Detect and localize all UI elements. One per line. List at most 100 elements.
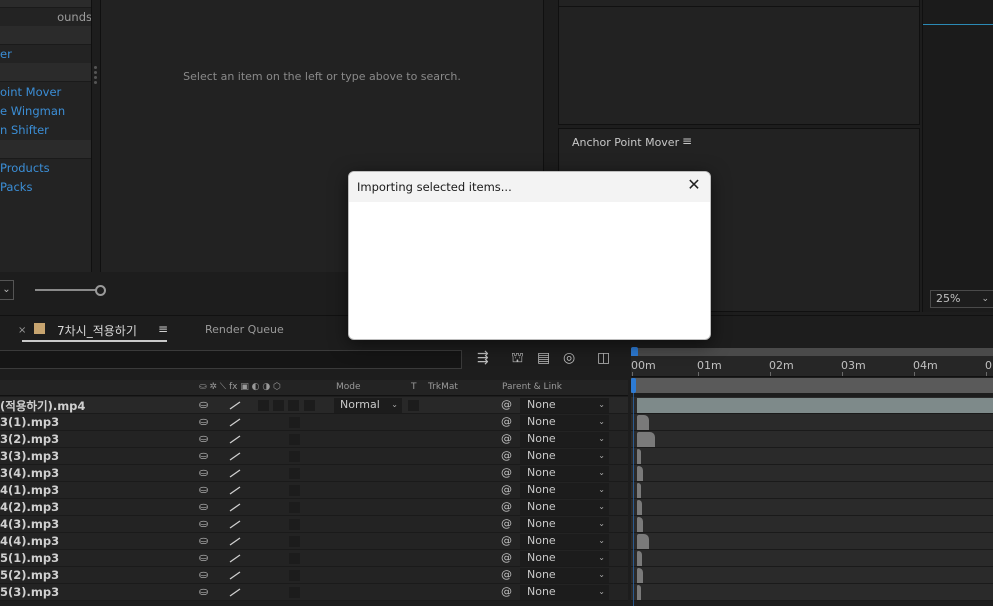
layer-duration-bar[interactable] <box>637 432 655 447</box>
layer-switch-box[interactable] <box>304 400 315 411</box>
parent-dropdown[interactable]: None ⌄ <box>520 449 609 464</box>
pick-whip-icon[interactable]: @ <box>501 398 512 411</box>
parent-dropdown[interactable]: None ⌄ <box>520 534 609 549</box>
quality-switch-icon[interactable] <box>229 537 241 546</box>
zoom-dropdown[interactable]: 25% ⌄ <box>930 290 993 308</box>
layer-duration-bar[interactable] <box>637 585 641 600</box>
list-item[interactable]: e Wingman <box>0 102 91 121</box>
parent-dropdown[interactable]: None ⌄ <box>520 415 609 430</box>
layer-switch-box[interactable] <box>289 485 300 496</box>
layer-name[interactable]: 3(1).mp3 <box>0 415 59 429</box>
layer-switch-box[interactable] <box>289 587 300 598</box>
hamburger-icon[interactable]: ≡ <box>682 134 692 148</box>
layer-name[interactable]: 4(2).mp3 <box>0 500 59 514</box>
quality-switch-icon[interactable] <box>229 520 241 529</box>
shy-switch-icon[interactable]: ⛀ <box>199 449 208 462</box>
pick-whip-icon[interactable]: @ <box>501 517 512 530</box>
pick-whip-icon[interactable]: @ <box>501 466 512 479</box>
panel-splitter-handle[interactable] <box>93 64 98 86</box>
trkmat-box[interactable] <box>408 400 419 411</box>
layer-duration-bar[interactable] <box>637 568 643 583</box>
composition-flowchart-icon[interactable]: ⇶ <box>477 350 489 366</box>
tab-composition[interactable]: 7차시_적용하기 <box>57 322 137 339</box>
parent-dropdown[interactable]: None ⌄ <box>520 568 609 583</box>
layer-duration-bar[interactable] <box>637 415 649 430</box>
shy-switch-icon[interactable]: ⛀ <box>199 534 208 547</box>
layer-name[interactable]: 4(1).mp3 <box>0 483 59 497</box>
pick-whip-icon[interactable]: @ <box>501 585 512 598</box>
layer-name[interactable]: 5(3).mp3 <box>0 585 59 599</box>
layer-row[interactable]: 3(1).mp3 ⛀ @ None ⌄ <box>0 414 628 431</box>
list-category-header[interactable] <box>0 26 91 45</box>
layer-name[interactable]: 4(4).mp3 <box>0 534 59 548</box>
pick-whip-icon[interactable]: @ <box>501 534 512 547</box>
layer-track[interactable] <box>631 414 993 431</box>
layer-switch-box[interactable] <box>289 553 300 564</box>
pick-whip-icon[interactable]: @ <box>501 449 512 462</box>
tab-render-queue[interactable]: Render Queue <box>205 323 284 336</box>
list-category-header[interactable] <box>0 0 91 8</box>
layer-row[interactable]: 4(4).mp3 ⛀ @ None ⌄ <box>0 533 628 550</box>
list-item[interactable]: Products <box>0 159 91 178</box>
list-item[interactable]: n Shifter <box>0 121 91 140</box>
layer-name[interactable]: 5(2).mp3 <box>0 568 59 582</box>
close-tab-icon[interactable]: × <box>18 325 26 336</box>
layer-row[interactable]: 3(3).mp3 ⛀ @ None ⌄ <box>0 448 628 465</box>
pick-whip-icon[interactable]: @ <box>501 568 512 581</box>
layer-duration-bar[interactable] <box>637 517 643 532</box>
layer-switch-box[interactable] <box>289 536 300 547</box>
layer-row[interactable]: 4(1).mp3 ⛀ @ None ⌄ <box>0 482 628 499</box>
layer-name[interactable]: 3(2).mp3 <box>0 432 59 446</box>
list-item[interactable]: ounds <box>0 8 91 25</box>
pick-whip-icon[interactable]: @ <box>501 483 512 496</box>
layer-track[interactable] <box>631 499 993 516</box>
layer-track[interactable] <box>631 550 993 567</box>
quality-switch-icon[interactable] <box>229 418 241 427</box>
parent-dropdown[interactable]: None ⌄ <box>520 483 609 498</box>
shy-layers-icon[interactable]: ⛫ <box>511 350 524 368</box>
layer-switch-box[interactable] <box>289 451 300 462</box>
layer-name[interactable]: 4(3).mp3 <box>0 517 59 531</box>
shy-switch-icon[interactable]: ⛀ <box>199 500 208 513</box>
layer-switch-box[interactable] <box>289 417 300 428</box>
list-item[interactable]: oint Mover <box>0 83 91 102</box>
quality-switch-icon[interactable] <box>229 401 241 410</box>
layer-duration-bar[interactable] <box>637 483 641 498</box>
time-navigator-bar[interactable] <box>631 347 993 357</box>
layer-switch-box[interactable] <box>289 570 300 581</box>
layer-track[interactable] <box>631 482 993 499</box>
layer-row[interactable]: 5(2).mp3 ⛀ @ None ⌄ <box>0 567 628 584</box>
layer-switch-box[interactable] <box>289 502 300 513</box>
layer-row[interactable]: (적용하기).mp4 ⛀ Normal ⌄ @ None ⌄ <box>0 397 628 414</box>
parent-dropdown[interactable]: None ⌄ <box>520 517 609 532</box>
layer-row[interactable]: 4(2).mp3 ⛀ @ None ⌄ <box>0 499 628 516</box>
shy-switch-icon[interactable]: ⛀ <box>199 415 208 428</box>
layer-track[interactable] <box>631 584 993 601</box>
quality-switch-icon[interactable] <box>229 503 241 512</box>
parent-dropdown[interactable]: None ⌄ <box>520 585 609 600</box>
quality-switch-icon[interactable] <box>229 571 241 580</box>
shy-switch-icon[interactable]: ⛀ <box>199 517 208 530</box>
parent-dropdown[interactable]: None ⌄ <box>520 432 609 447</box>
layer-track[interactable] <box>631 431 993 448</box>
parent-dropdown[interactable]: None ⌄ <box>520 398 609 413</box>
layer-duration-bar[interactable] <box>637 466 643 481</box>
current-time-indicator[interactable] <box>631 378 636 393</box>
layer-duration-bar[interactable] <box>637 534 649 549</box>
hamburger-icon[interactable]: ≡ <box>158 322 168 336</box>
timeline-search-input[interactable] <box>0 350 462 369</box>
shy-switch-icon[interactable]: ⛀ <box>199 551 208 564</box>
blend-mode-dropdown[interactable]: Normal ⌄ <box>334 398 402 413</box>
list-item[interactable]: Packs <box>0 178 91 197</box>
layer-name[interactable]: 3(3).mp3 <box>0 449 59 463</box>
layer-row[interactable]: 4(3).mp3 ⛀ @ None ⌄ <box>0 516 628 533</box>
shy-switch-icon[interactable]: ⛀ <box>199 585 208 598</box>
layer-track[interactable] <box>631 397 993 414</box>
layer-track[interactable] <box>631 567 993 584</box>
quality-switch-icon[interactable] <box>229 435 241 444</box>
pick-whip-icon[interactable]: @ <box>501 415 512 428</box>
motion-blur-icon[interactable]: ◎ <box>563 350 575 366</box>
pick-whip-icon[interactable]: @ <box>501 500 512 513</box>
layer-track[interactable] <box>631 533 993 550</box>
layer-duration-bar[interactable] <box>637 449 641 464</box>
